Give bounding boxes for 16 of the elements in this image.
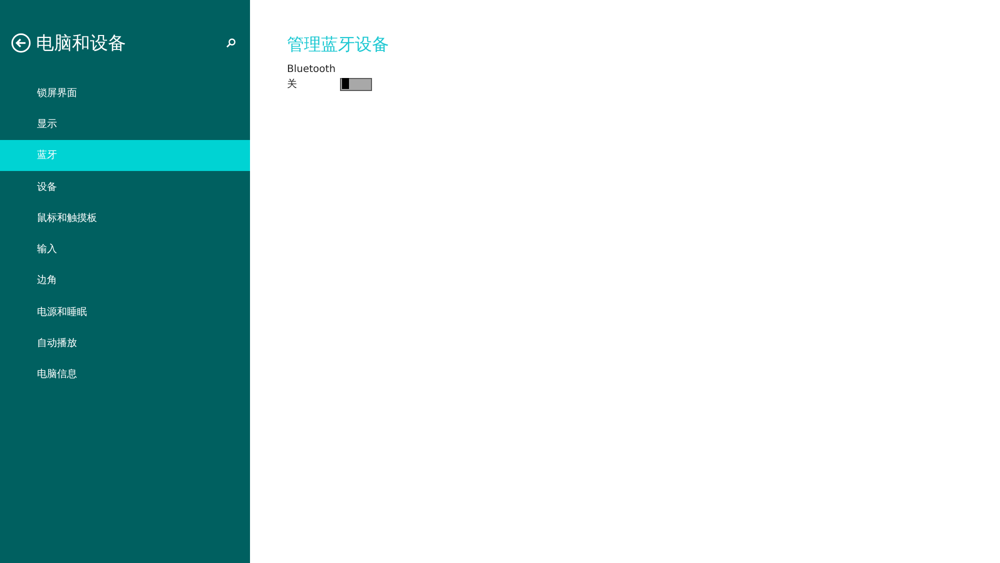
sidebar-item[interactable]: 电脑信息	[0, 358, 250, 390]
sidebar-item[interactable]: 电源和睡眠	[0, 296, 250, 328]
sidebar-item[interactable]: 锁屏界面	[0, 77, 250, 108]
setting-label: Bluetooth	[287, 64, 337, 75]
sidebar-item[interactable]: 鼠标和触摸板	[0, 202, 250, 234]
sidebar-item[interactable]: 自动播放	[0, 327, 250, 359]
toggle-state: 关	[287, 78, 298, 91]
sidebar-item[interactable]: 显示	[0, 108, 250, 140]
sidebar-item[interactable]: 边角	[0, 264, 250, 296]
bluetooth-toggle[interactable]	[340, 78, 372, 90]
back-icon[interactable]	[11, 33, 31, 53]
sidebar-item[interactable]: 设备	[0, 170, 250, 202]
section-heading: 管理蓝牙设备	[287, 34, 390, 56]
page-title: 电脑和设备	[36, 32, 127, 55]
search-icon[interactable]	[226, 38, 236, 48]
sidebar-item[interactable]: 输入	[0, 233, 250, 265]
